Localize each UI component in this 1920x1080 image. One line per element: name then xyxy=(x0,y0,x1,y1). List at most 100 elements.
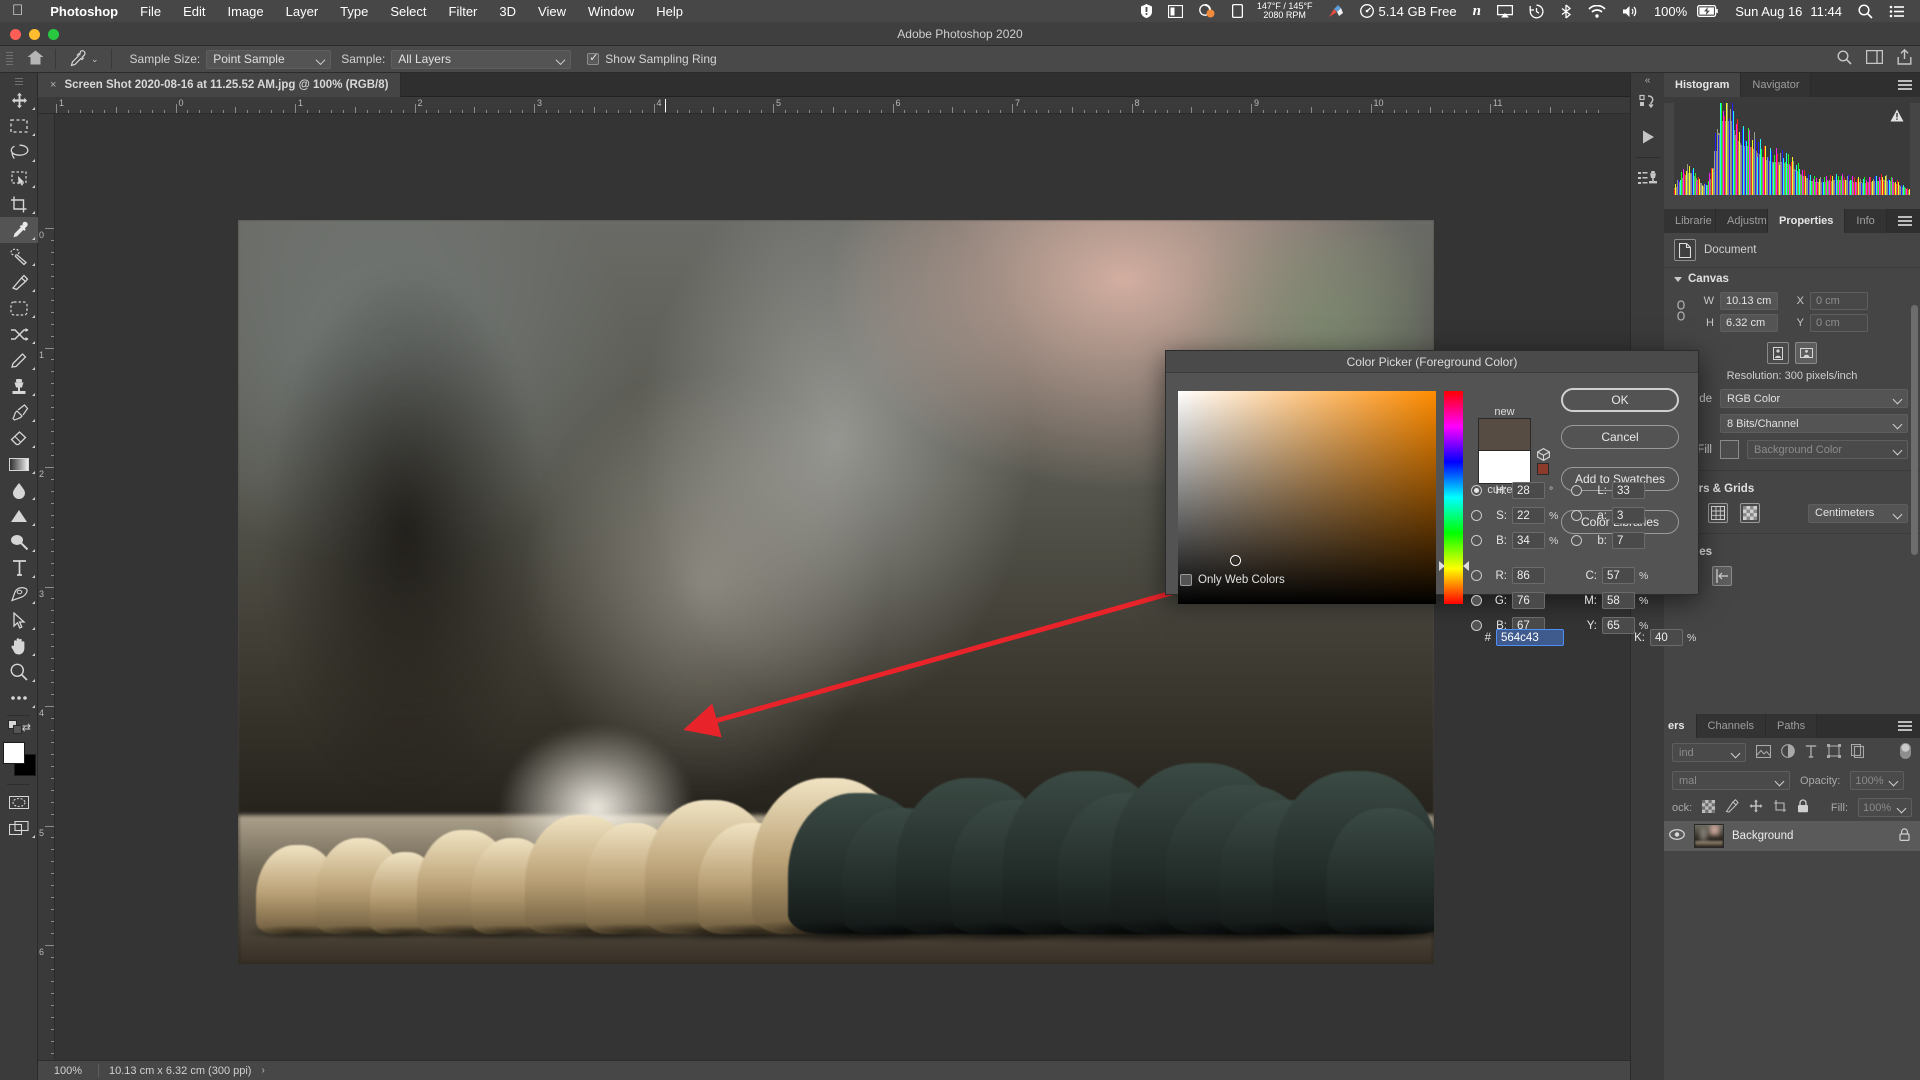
sample-select[interactable]: All Layers xyxy=(391,49,572,69)
shield-alert-icon[interactable] xyxy=(1133,4,1160,18)
transparency-grid-button[interactable] xyxy=(1740,503,1760,523)
layer-lock-icon[interactable] xyxy=(1899,828,1910,844)
fill-color-swatch[interactable] xyxy=(1720,440,1739,459)
filter-smart-object-icon[interactable] xyxy=(1850,743,1865,761)
cancel-button[interactable]: Cancel xyxy=(1561,425,1679,449)
shuffle-tool[interactable] xyxy=(0,321,38,347)
history-brush-tool[interactable] xyxy=(0,399,38,425)
menu-help[interactable]: Help xyxy=(645,4,694,19)
clone-stamp-tool[interactable] xyxy=(0,373,38,399)
quick-mask-mode-button[interactable] xyxy=(0,789,38,815)
active-tool-chip[interactable]: ⌄ xyxy=(64,50,103,68)
hue-radio[interactable] xyxy=(1471,485,1482,496)
swap-colors-icon[interactable]: ⇄ xyxy=(22,721,31,734)
minimize-window-button[interactable] xyxy=(29,29,40,40)
show-sampling-ring-checkbox[interactable]: Show Sampling Ring xyxy=(587,51,717,66)
link-dimensions-icon[interactable] xyxy=(1670,299,1692,325)
menu-3d[interactable]: 3D xyxy=(488,4,527,19)
lab-a-radio[interactable] xyxy=(1571,510,1582,521)
menu-type[interactable]: Type xyxy=(329,4,379,19)
spot-healing-brush-tool[interactable] xyxy=(0,243,38,269)
sv-cursor-ring[interactable] xyxy=(1230,555,1241,566)
hue-input[interactable]: 28 xyxy=(1512,482,1545,499)
tab-layers[interactable]: ers xyxy=(1664,714,1697,738)
grid-toggle-button[interactable] xyxy=(1708,503,1728,523)
battery-percent-label[interactable]: 100% xyxy=(1646,4,1695,19)
wifi-icon[interactable] xyxy=(1580,4,1614,18)
saturation-radio[interactable] xyxy=(1471,510,1482,521)
ruler-units-select[interactable]: Centimeters xyxy=(1808,503,1908,523)
brush-tool[interactable] xyxy=(0,269,38,295)
time-machine-icon[interactable] xyxy=(1521,4,1552,19)
vertical-ruler[interactable]: 01234567 xyxy=(38,114,55,1060)
table-row[interactable]: Background xyxy=(1664,821,1920,851)
canvas-width-input[interactable]: 10.13 cm xyxy=(1720,292,1778,310)
actions-play-icon[interactable] xyxy=(1631,120,1665,154)
bit-depth-select[interactable]: 8 Bits/Channel xyxy=(1720,414,1908,433)
tab-adjustments[interactable]: Adjustm xyxy=(1716,209,1768,233)
canvas-y-input[interactable]: 0 cm xyxy=(1810,314,1868,332)
status-expand-icon[interactable]: › xyxy=(261,1065,264,1076)
hue-slider[interactable] xyxy=(1444,391,1463,604)
pen-tool[interactable] xyxy=(0,581,38,607)
pencil-tool[interactable] xyxy=(0,347,38,373)
tab-properties[interactable]: Properties xyxy=(1768,209,1846,233)
hand-tool[interactable] xyxy=(0,633,38,659)
type-tool[interactable] xyxy=(0,555,38,581)
canvas-height-input[interactable]: 6.32 cm xyxy=(1720,314,1778,332)
airplay-icon[interactable] xyxy=(1489,4,1521,18)
menu-select[interactable]: Select xyxy=(379,4,437,19)
tool-chevron-down-icon[interactable]: ⌄ xyxy=(91,54,99,65)
guides-section-header[interactable]: uides xyxy=(1664,541,1920,563)
properties-scrollbar[interactable] xyxy=(1911,305,1918,555)
menu-layer[interactable]: Layer xyxy=(275,4,330,19)
maximize-window-button[interactable] xyxy=(48,29,59,40)
lock-transparent-pixels-icon[interactable] xyxy=(1702,799,1716,816)
close-window-button[interactable] xyxy=(10,29,21,40)
green-radio[interactable] xyxy=(1471,595,1482,606)
ok-button[interactable]: OK xyxy=(1561,388,1679,412)
temperature-monitor[interactable]: 147°F / 145°F 2080 RPM xyxy=(1251,2,1319,20)
filter-type-icon[interactable] xyxy=(1805,744,1817,761)
battery-icon[interactable] xyxy=(1695,5,1727,17)
color-picker-title-bar[interactable]: Color Picker (Foreground Color) xyxy=(1166,351,1698,373)
out-of-gamut-swatch[interactable] xyxy=(1537,463,1549,475)
disk-space-indicator[interactable]: 5.14 GB Free xyxy=(1352,4,1465,19)
tab-channels[interactable]: Channels xyxy=(1696,714,1767,738)
canvas-section-header[interactable]: Canvas xyxy=(1664,268,1920,290)
smart-guides-button[interactable] xyxy=(1712,566,1732,586)
ipad-sidecar-icon[interactable] xyxy=(1224,4,1251,18)
share-icon[interactable] xyxy=(1897,48,1912,69)
zoom-tool[interactable] xyxy=(0,659,38,685)
clone-source-panel-icon[interactable] xyxy=(1631,161,1665,195)
canvas-x-input[interactable]: 0 cm xyxy=(1810,292,1868,310)
blur-tool[interactable] xyxy=(0,477,38,503)
sample-size-select[interactable]: Point Sample xyxy=(206,49,332,69)
menu-edit[interactable]: Edit xyxy=(172,4,216,19)
burn-tool[interactable] xyxy=(0,529,38,555)
dodge-tool[interactable] xyxy=(0,503,38,529)
tab-libraries[interactable]: Librarie xyxy=(1664,209,1716,233)
properties-panel-menu-icon[interactable] xyxy=(1898,216,1912,226)
hex-input[interactable]: 564c43 xyxy=(1496,629,1564,646)
lab-b-input[interactable]: 7 xyxy=(1612,532,1645,549)
path-selection-tool[interactable] xyxy=(0,607,38,633)
cyan-input[interactable]: 57 xyxy=(1602,567,1635,584)
green-input[interactable]: 76 xyxy=(1512,592,1545,609)
notion-icon[interactable]: n xyxy=(1465,3,1489,20)
filter-adjustment-icon[interactable] xyxy=(1781,744,1795,761)
brightness-input[interactable]: 34 xyxy=(1512,532,1545,549)
tab-histogram[interactable]: Histogram xyxy=(1664,73,1742,97)
display-arrangement-icon[interactable] xyxy=(1160,4,1191,18)
patch-tool[interactable] xyxy=(0,295,38,321)
fill-opacity-input[interactable]: 100% xyxy=(1858,798,1912,817)
menu-image[interactable]: Image xyxy=(217,4,275,19)
apple-logo-icon[interactable]:  xyxy=(12,3,23,18)
foreground-background-colors[interactable] xyxy=(0,740,38,780)
black-input[interactable]: 40 xyxy=(1650,629,1683,646)
fill-type-select[interactable]: Background Color xyxy=(1747,440,1908,459)
filter-image-icon[interactable] xyxy=(1755,744,1772,761)
gradient-tool[interactable] xyxy=(0,451,38,477)
color-mode-select[interactable]: RGB Color xyxy=(1720,389,1908,408)
lock-all-icon[interactable] xyxy=(1797,799,1809,816)
